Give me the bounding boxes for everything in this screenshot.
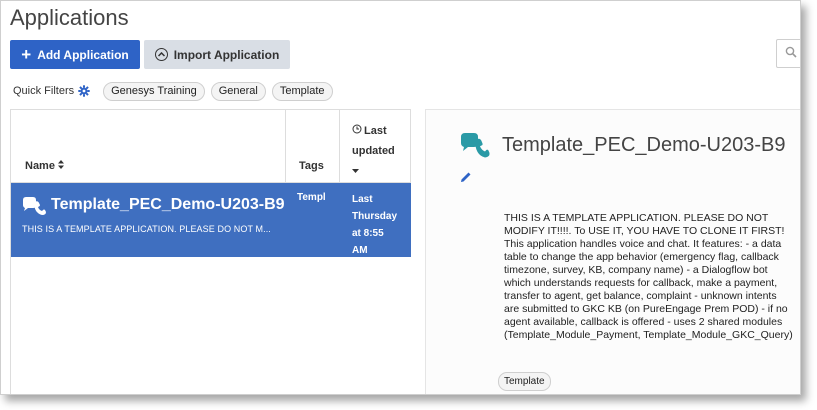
sort-down-icon: [352, 165, 359, 177]
pencil-icon[interactable]: [460, 170, 472, 188]
row-tags-cell: Templ: [297, 192, 326, 203]
application-detail-panel: Template_PEC_Demo-U203-B9 THIS IS A TEMP…: [425, 109, 800, 394]
row-last-updated-cell: Last Thursday at 8:55 AM: [352, 191, 410, 259]
column-name-label: Name: [25, 160, 55, 172]
quick-filters: Quick Filters Genesys Training General T…: [13, 81, 339, 101]
detail-tag-chip[interactable]: Template: [498, 372, 551, 391]
plus-icon: +: [21, 45, 32, 64]
row-app-name: Template_PEC_Demo-U203-B9: [51, 196, 285, 213]
row-updated-line-3: at 8:55: [352, 228, 384, 239]
gear-icon[interactable]: [78, 85, 90, 97]
add-application-button[interactable]: + Add Application: [10, 40, 140, 69]
sort-icon: [57, 160, 64, 172]
table-row[interactable]: Template_PEC_Demo-U203-B9 THIS IS A TEMP…: [11, 183, 411, 257]
column-header-name[interactable]: Name: [11, 110, 286, 183]
import-application-label: Import Application: [173, 47, 280, 62]
page-title: Applications: [10, 5, 129, 30]
row-updated-line-1: Last: [352, 194, 373, 205]
quick-filters-label: Quick Filters: [13, 85, 75, 97]
search-button[interactable]: [776, 39, 800, 68]
filter-chip-general[interactable]: General: [210, 81, 266, 101]
column-tags-label: Tags: [299, 160, 324, 172]
column-header-last-updated[interactable]: Last updated: [340, 110, 411, 183]
search-icon: [785, 45, 797, 63]
filter-chip-genesys-training[interactable]: Genesys Training: [103, 81, 205, 101]
clock-icon: [352, 121, 362, 141]
filter-chip-template[interactable]: Template: [271, 81, 333, 101]
applications-table: Name Tags Last updated Template_PEC_Demo…: [10, 109, 411, 394]
import-application-button[interactable]: Import Application: [144, 40, 290, 69]
row-app-description: THIS IS A TEMPLATE APPLICATION. PLEASE D…: [22, 224, 271, 234]
row-name-cell: Template_PEC_Demo-U203-B9 THIS IS A TEMP…: [11, 183, 286, 257]
add-application-label: Add Application: [37, 47, 129, 62]
row-updated-line-4: AM: [352, 245, 368, 256]
phone-chat-icon: [460, 132, 490, 164]
detail-title: Template_PEC_Demo-U203-B9: [502, 134, 786, 156]
column-header-tags[interactable]: Tags: [286, 110, 340, 183]
phone-chat-icon: [22, 196, 46, 221]
app-window: Applications + Add Application Import Ap…: [0, 0, 801, 395]
import-icon: [154, 48, 168, 61]
detail-description: THIS IS A TEMPLATE APPLICATION. PLEASE D…: [504, 212, 793, 341]
row-updated-line-2: Thursday: [352, 211, 398, 222]
